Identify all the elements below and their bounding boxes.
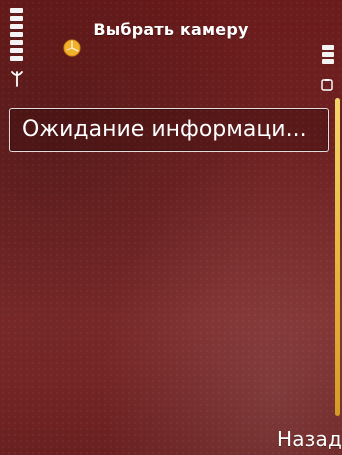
- plug-icon: [321, 79, 333, 91]
- antenna-icon: [11, 71, 23, 87]
- camera-list-item-label: Ожидание информаци...: [22, 117, 307, 142]
- camera-list-item[interactable]: Ожидание информаци...: [9, 108, 329, 152]
- page-title: Выбрать камеру: [93, 20, 249, 39]
- back-softkey[interactable]: Назад: [277, 424, 342, 454]
- orange-status-icon: [63, 39, 81, 57]
- camera-select-screen: Выбрать камеру Ожидание информаци... Наз…: [0, 0, 342, 455]
- scrollbar-thumb[interactable]: [335, 98, 340, 416]
- battery-icon: [318, 45, 334, 91]
- scrollbar[interactable]: [335, 98, 340, 416]
